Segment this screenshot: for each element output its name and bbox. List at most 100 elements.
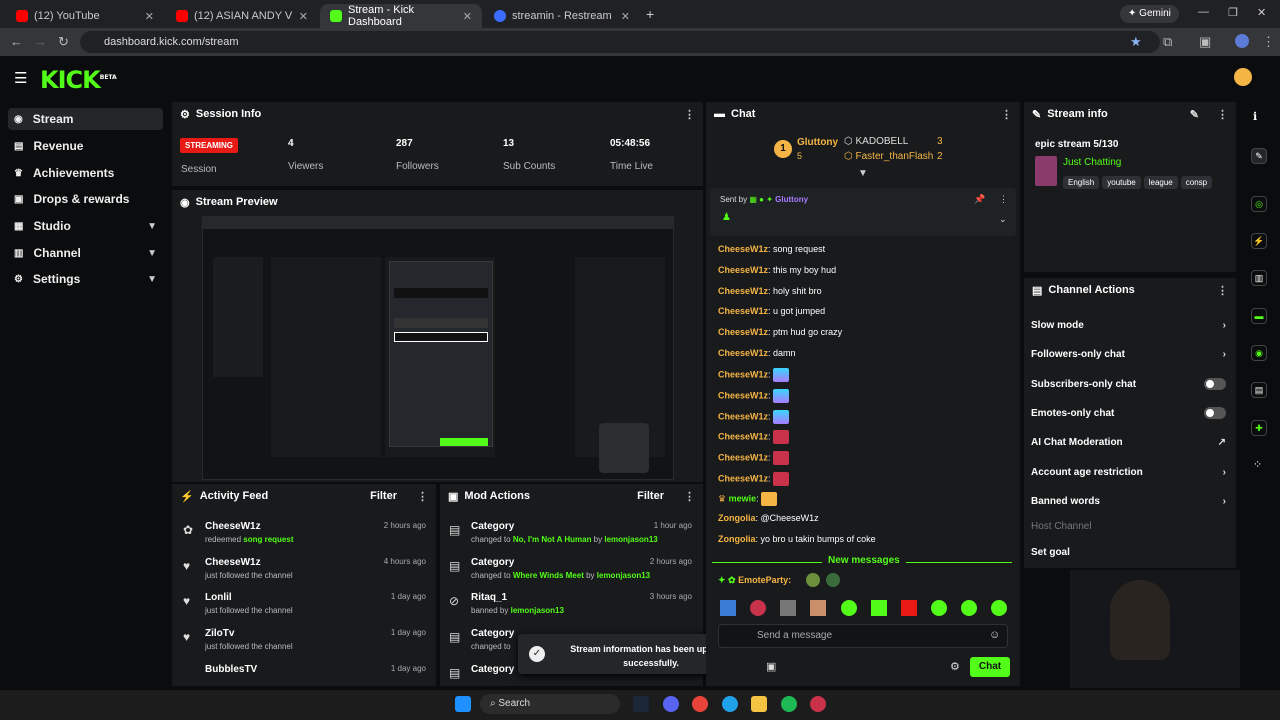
account-age-item[interactable]: Account age restriction › (1031, 467, 1226, 478)
reload-icon[interactable]: ↻ (58, 34, 69, 50)
browser-tab-restream[interactable]: streamin - Restream ✕ (484, 4, 640, 28)
emote-icon[interactable] (720, 600, 736, 616)
close-icon[interactable]: ✕ (145, 10, 154, 23)
address-bar[interactable]: dashboard.kick.com/stream (80, 31, 1160, 53)
pin-icon[interactable]: 📌 (974, 194, 985, 205)
chat-username[interactable]: CheeseW1z (718, 244, 768, 254)
chat-username[interactable]: mewie (729, 493, 757, 503)
chat-username[interactable]: CheeseW1z (718, 431, 768, 441)
tag-chip[interactable]: youtube (1102, 176, 1141, 189)
mod-user[interactable]: lemonjason13 (604, 535, 657, 544)
emote-icon[interactable] (841, 600, 857, 616)
clip-icon[interactable]: ◎ (1251, 196, 1267, 212)
emote-icon[interactable] (780, 600, 796, 616)
browser-tab-youtube[interactable]: (12) YouTube ✕ (6, 4, 164, 28)
sidebar-item-drops[interactable]: ▣ Drops & rewards (8, 188, 163, 210)
chat-username[interactable]: Zongolia (718, 534, 756, 544)
steam-icon[interactable] (633, 696, 649, 712)
document-icon[interactable]: ▥ (1251, 270, 1267, 286)
subscribers-only-toggle[interactable] (1204, 378, 1226, 390)
tag-chip[interactable]: consp (1180, 176, 1213, 189)
collapse-icon[interactable]: ▼ (858, 168, 868, 179)
chat-username[interactable]: CheeseW1z (718, 390, 768, 400)
chat-username[interactable]: CheeseW1z (718, 327, 768, 337)
broadcast-icon[interactable]: ◉ (1251, 345, 1267, 361)
wrench-icon[interactable]: ✚ (1251, 420, 1267, 436)
mod-user[interactable]: lemonjason13 (511, 606, 564, 615)
sidebar-item-revenue[interactable]: ▤ Revenue (8, 135, 163, 157)
close-icon[interactable]: ✕ (463, 10, 472, 23)
stream-preview-video[interactable] (202, 216, 674, 480)
chat-settings-icon[interactable]: ⚙ (950, 660, 960, 673)
tag-chip[interactable]: English (1063, 176, 1100, 189)
sidepanel-icon[interactable]: ▣ (1199, 34, 1211, 50)
new-tab-button[interactable]: + (646, 6, 654, 22)
emote-icon[interactable] (810, 600, 826, 616)
emote-icon[interactable] (991, 600, 1007, 616)
slow-mode-item[interactable]: Slow mode › (1031, 320, 1226, 331)
edit-rail-icon[interactable]: ✎ (1251, 148, 1267, 164)
leader-name[interactable]: KADOBELL (856, 136, 909, 147)
lightning-rail-icon[interactable]: ⚡ (1251, 233, 1267, 249)
edge-icon[interactable] (722, 696, 738, 712)
filter-button[interactable]: Filter (370, 490, 397, 502)
layout-icon[interactable]: ▤ (1251, 382, 1267, 398)
windows-start-icon[interactable] (455, 696, 471, 712)
extensions-icon[interactable]: ⧉ (1163, 34, 1172, 50)
more-options-icon[interactable]: ⋮ (1001, 108, 1012, 121)
followers-only-item[interactable]: Followers-only chat › (1031, 349, 1226, 360)
hamburger-menu-icon[interactable]: ☰ (14, 69, 27, 87)
maximize-icon[interactable]: ❐ (1228, 6, 1238, 19)
discord-icon[interactable] (663, 696, 679, 712)
pinned-user[interactable]: Gluttony (775, 195, 808, 204)
host-channel-item[interactable]: Host Channel (1031, 521, 1226, 532)
more-options-icon[interactable]: ⋮ (684, 108, 695, 121)
category-name[interactable]: Just Chatting (1063, 157, 1121, 168)
gemini-button[interactable]: ✦ Gemini (1120, 5, 1179, 23)
chat-username[interactable]: CheeseW1z (718, 452, 768, 462)
browser-tab-video[interactable]: (12) ASIAN ANDY VS SAM + S/ ✕ (166, 4, 318, 28)
ai-moderation-item[interactable]: AI Chat Moderation ↗ (1031, 437, 1226, 448)
browser-menu-icon[interactable]: ⋮ (1262, 34, 1275, 50)
chat-rail-icon[interactable]: ▬ (1251, 308, 1267, 324)
file-explorer-icon[interactable] (751, 696, 767, 712)
back-icon[interactable]: ← (10, 34, 23, 49)
mod-user[interactable]: lemonjason13 (597, 571, 650, 580)
emote-icon[interactable] (750, 600, 766, 616)
chevron-down-icon[interactable]: ⌄ (999, 214, 1007, 225)
apps-icon[interactable]: ⁘ (1253, 458, 1262, 471)
window-close-icon[interactable]: ✕ (1257, 6, 1266, 19)
chat-username[interactable]: CheeseW1z (718, 348, 768, 358)
info-icon[interactable]: ℹ (1253, 110, 1257, 123)
emoji-picker-icon[interactable]: ☺ (989, 629, 1000, 641)
sidebar-item-stream[interactable]: ◉ Stream (8, 108, 163, 130)
emotes-only-toggle[interactable] (1204, 407, 1226, 419)
emote-icon[interactable] (931, 600, 947, 616)
chat-username[interactable]: CheeseW1z (718, 473, 768, 483)
minimize-icon[interactable]: — (1198, 6, 1209, 18)
tag-chip[interactable]: league (1143, 176, 1178, 189)
store-icon[interactable]: ▣ (766, 660, 776, 673)
chat-username[interactable]: CheeseW1z (718, 411, 768, 421)
emote-icon[interactable] (901, 600, 917, 616)
chat-input[interactable]: Send a message ☺ (718, 624, 1008, 648)
chat-username[interactable]: CheeseW1z (718, 265, 768, 275)
close-icon[interactable]: ✕ (299, 10, 308, 23)
close-icon[interactable]: ✕ (621, 10, 630, 23)
edit-icon[interactable]: ✎ (1190, 108, 1199, 121)
bookmark-star-icon[interactable]: ★ (1130, 34, 1142, 50)
filter-button[interactable]: Filter (637, 490, 664, 502)
chat-username[interactable]: Zongolia (718, 513, 756, 523)
sidebar-item-channel[interactable]: ▥ Channel ▼ (8, 242, 163, 264)
sidebar-item-settings[interactable]: ⚙ Settings ▼ (8, 268, 163, 290)
leader-name[interactable]: Gluttony (797, 137, 838, 148)
chrome-icon[interactable] (692, 696, 708, 712)
more-options-icon[interactable]: ⋮ (417, 490, 428, 503)
sidebar-item-studio[interactable]: ▦ Studio ▼ (8, 215, 163, 237)
chat-username[interactable]: CheeseW1z (718, 306, 768, 316)
leader-name[interactable]: Faster_thanFlash (856, 151, 934, 162)
chat-username[interactable]: CheeseW1z (718, 369, 768, 379)
profile-avatar[interactable] (1235, 34, 1249, 48)
sidebar-item-achievements[interactable]: ♛ Achievements (8, 162, 163, 184)
more-options-icon[interactable]: ⋮ (1217, 284, 1228, 297)
